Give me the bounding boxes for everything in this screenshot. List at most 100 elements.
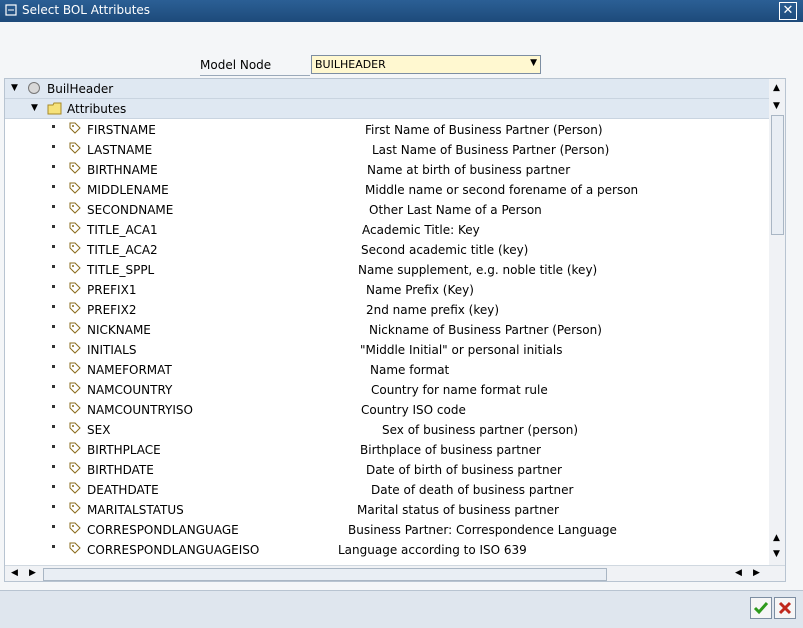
attribute-description: Other Last Name of a Person (369, 203, 542, 217)
attribute-row[interactable]: SECONDNAME Other Last Name of a Person (5, 199, 769, 219)
attribute-tag-icon (69, 182, 81, 194)
attribute-row[interactable]: TITLE_ACA2 Second academic title (key) (5, 239, 769, 259)
attribute-name: NAMCOUNTRYISO (87, 403, 193, 417)
attribute-row[interactable]: CORRESPONDLANGUAGEISO Language according … (5, 539, 769, 559)
scroll-left-icon[interactable]: ◀ (735, 568, 742, 578)
tree-root-row[interactable]: ▼ BuilHeader (5, 79, 769, 99)
attribute-name: PREFIX1 (87, 283, 137, 297)
bullet (52, 505, 55, 508)
attribute-row[interactable]: TITLE_SPPL Name supplement, e.g. noble ti… (5, 259, 769, 279)
bullet (52, 325, 55, 328)
attribute-row[interactable]: PREFIX1 Name Prefix (Key) (5, 279, 769, 299)
cancel-button[interactable] (774, 597, 796, 619)
attribute-tag-icon (69, 262, 81, 274)
vertical-scroll-thumb[interactable] (771, 115, 784, 235)
attribute-description: Academic Title: Key (362, 223, 480, 237)
scroll-right-icon[interactable]: ▶ (29, 568, 36, 578)
attribute-name: NAMEFORMAT (87, 363, 172, 377)
vertical-scrollbar[interactable]: ▲ ▼ ▲ ▼ (769, 79, 785, 565)
attribute-row[interactable]: DEATHDATE Date of death of business partn… (5, 479, 769, 499)
attribute-row[interactable]: NICKNAME Nickname of Business Partner (Pe… (5, 319, 769, 339)
attribute-row[interactable]: NAMCOUNTRY Country for name format rule (5, 379, 769, 399)
attribute-tag-icon (69, 422, 81, 434)
attribute-description: 2nd name prefix (key) (366, 303, 500, 317)
cancel-x-icon (778, 601, 792, 615)
scroll-right-icon[interactable]: ▶ (753, 568, 760, 578)
attribute-row[interactable]: LASTNAME Last Name of Business Partner (P… (5, 139, 769, 159)
attribute-description: Date of death of business partner (371, 483, 574, 497)
attribute-row[interactable]: FIRSTNAME First Name of Business Partner … (5, 119, 769, 139)
close-button[interactable]: ✕ (779, 2, 797, 20)
bullet (52, 305, 55, 308)
attribute-description: Marital status of business partner (357, 503, 559, 517)
collapse-triangle-icon[interactable]: ▼ (31, 103, 38, 113)
attribute-row[interactable]: CORRESPONDLANGUAGE Business Partner: Corr… (5, 519, 769, 539)
attribute-row[interactable]: NAMCOUNTRYISO Country ISO code (5, 399, 769, 419)
chevron-down-icon[interactable]: ▼ (530, 58, 537, 68)
attribute-name: BIRTHNAME (87, 163, 158, 177)
attribute-description: Country for name format rule (371, 383, 548, 397)
attribute-row[interactable]: MIDDLENAME Middle name or second forename… (5, 179, 769, 199)
bullet (52, 385, 55, 388)
attribute-row[interactable]: BIRTHNAME Name at birth of business partn… (5, 159, 769, 179)
bullet (52, 345, 55, 348)
attribute-description: Nickname of Business Partner (Person) (369, 323, 602, 337)
scroll-down-icon[interactable]: ▼ (773, 101, 780, 111)
attribute-description: Sex of business partner (person) (382, 423, 579, 437)
attribute-name: NICKNAME (87, 323, 151, 337)
attribute-description: Middle name or second forename of a pers… (365, 183, 639, 197)
attribute-tag-icon (69, 382, 81, 394)
attribute-tag-icon (69, 402, 81, 414)
bullet (52, 205, 55, 208)
scroll-up-icon[interactable]: ▲ (773, 83, 780, 93)
attribute-description: Last Name of Business Partner (Person) (372, 143, 610, 157)
scroll-left-icon[interactable]: ◀ (11, 568, 18, 578)
title-bar: Select BOL Attributes ✕ (0, 0, 803, 22)
attribute-row[interactable]: INITIALS "Middle Initial" or personal ini… (5, 339, 769, 359)
attribute-row[interactable]: NAMEFORMAT Name format (5, 359, 769, 379)
attribute-row[interactable]: BIRTHDATE Date of birth of business partn… (5, 459, 769, 479)
scroll-up-icon[interactable]: ▲ (773, 533, 780, 543)
ok-button[interactable] (750, 597, 772, 619)
attribute-row[interactable]: PREFIX2 2nd name prefix (key) (5, 299, 769, 319)
bullet (52, 265, 55, 268)
attribute-name: DEATHDATE (87, 483, 159, 497)
attribute-row[interactable]: MARITALSTATUS Marital status of business … (5, 499, 769, 519)
model-node-select[interactable]: BUILHEADER ▼ (311, 55, 541, 74)
attribute-tag-icon (69, 302, 81, 314)
model-node-value: BUILHEADER (315, 58, 386, 71)
horizontal-scroll-thumb[interactable] (43, 568, 607, 581)
horizontal-scrollbar[interactable]: ◀ ▶ ◀ ▶ (5, 565, 785, 581)
bullet (52, 365, 55, 368)
attribute-name: TITLE_ACA2 (87, 243, 158, 257)
bullet (52, 245, 55, 248)
attribute-name: INITIALS (87, 343, 137, 357)
node-circle-icon (28, 82, 40, 94)
window-icon (5, 4, 17, 16)
attribute-row[interactable]: TITLE_ACA1 Academic Title: Key (5, 219, 769, 239)
bullet (52, 125, 55, 128)
bullet (52, 405, 55, 408)
attribute-description: Business Partner: Correspondence Languag… (348, 523, 617, 537)
attribute-tag-icon (69, 242, 81, 254)
model-node-label: Model Node (200, 58, 272, 72)
bullet (52, 425, 55, 428)
scroll-down-icon[interactable]: ▼ (773, 549, 780, 559)
attribute-tag-icon (69, 122, 81, 134)
attribute-tag-icon (69, 462, 81, 474)
bullet (52, 145, 55, 148)
attribute-description: Country ISO code (361, 403, 466, 417)
close-icon: ✕ (782, 3, 794, 18)
bullet (52, 465, 55, 468)
attribute-tag-icon (69, 342, 81, 354)
attribute-tag-icon (69, 522, 81, 534)
bullet (52, 525, 55, 528)
tree-folder-row[interactable]: ▼ Attributes (5, 99, 769, 119)
attribute-row[interactable]: SEX Sex of business partner (person) (5, 419, 769, 439)
tree-folder-label: Attributes (67, 102, 127, 116)
attribute-tag-icon (69, 542, 81, 554)
bullet (52, 185, 55, 188)
attribute-row[interactable]: BIRTHPLACE Birthplace of business partner (5, 439, 769, 459)
collapse-triangle-icon[interactable]: ▼ (11, 83, 18, 93)
tree-root-label: BuilHeader (47, 82, 114, 96)
